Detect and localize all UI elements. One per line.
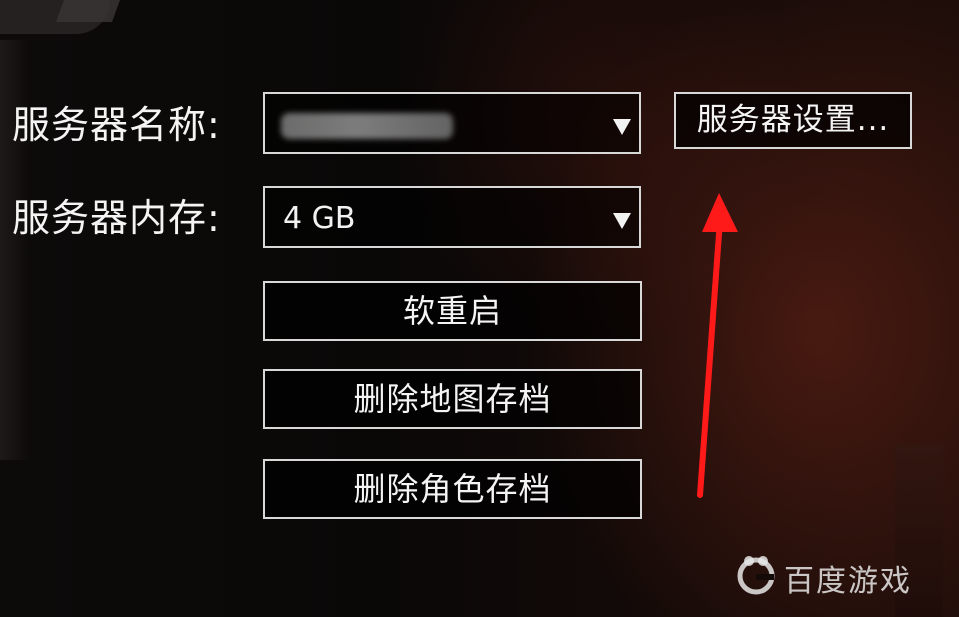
baidu-game-logo-icon <box>737 556 775 595</box>
watermark-text: 百度游戏 <box>784 564 912 599</box>
watermark: 百度游戏 <box>732 550 942 600</box>
annotation-arrow-icon <box>697 193 738 498</box>
